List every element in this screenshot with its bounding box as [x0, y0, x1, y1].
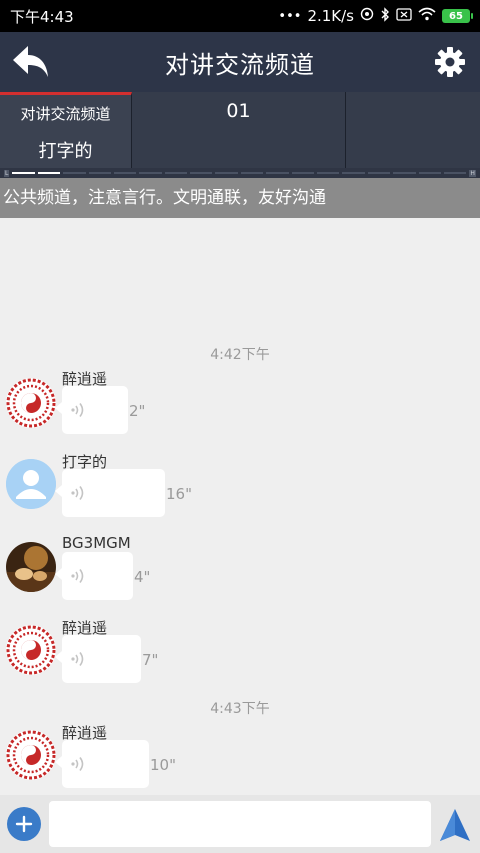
channel-strip: 对讲交流频道 打字的 01 L H [0, 92, 480, 178]
channel-tab-active[interactable]: 对讲交流频道 打字的 [0, 92, 132, 168]
channel-tab-01[interactable]: 01 [132, 92, 346, 168]
status-bar: 下午4:43 ••• 2.1K/s 65 [0, 0, 480, 32]
voice-bubble[interactable] [55, 469, 165, 517]
scroll-segment [63, 172, 86, 174]
channel-notice: 公共频道，注意言行。文明通联，友好沟通 [0, 178, 480, 218]
scroll-segment [12, 172, 35, 174]
gear-icon [435, 47, 465, 77]
send-arrow-icon [440, 809, 470, 841]
message-input[interactable] [49, 801, 431, 847]
voice-wave-icon [71, 652, 84, 666]
timestamp-divider: 4:43下午 [210, 701, 270, 717]
timestamp-divider: 4:42下午 [210, 347, 270, 363]
scroll-segment [190, 172, 213, 174]
voice-duration: 7" [142, 651, 159, 669]
scroll-segment [88, 172, 111, 174]
seal-avatar[interactable] [6, 625, 56, 675]
seal-avatar[interactable] [6, 378, 56, 428]
scroll-segment [215, 172, 238, 174]
sim-off-icon [396, 7, 412, 25]
channel-scroll-indicator: L H [0, 168, 480, 178]
tea-photo-avatar[interactable] [6, 542, 56, 592]
voice-bubble[interactable] [55, 635, 141, 683]
default-user-avatar[interactable] [6, 459, 56, 509]
voice-wave-icon [71, 757, 84, 771]
scroll-segment [393, 172, 416, 174]
back-arrow-icon [13, 46, 48, 77]
scroll-segment [113, 172, 137, 174]
scroll-segment [139, 172, 162, 174]
page-title: 对讲交流频道 [165, 50, 315, 79]
sync-icon [360, 7, 374, 25]
scroll-cap-right: H [469, 169, 476, 177]
voice-wave-icon [71, 569, 84, 583]
channel-speaker: 打字的 [38, 141, 93, 162]
scroll-cap-left: L [4, 169, 10, 177]
scroll-segment [367, 172, 391, 174]
bluetooth-icon [380, 6, 390, 26]
voice-bubble[interactable] [55, 740, 149, 788]
scroll-segment [418, 172, 441, 174]
scroll-segment [37, 172, 61, 174]
sender-name: BG3MGM [62, 534, 131, 552]
battery-indicator: 65 [442, 9, 473, 23]
scroll-segment [164, 172, 188, 174]
scroll-segment [240, 172, 264, 174]
more-dots-icon: ••• [278, 8, 302, 24]
scroll-segment [443, 172, 467, 174]
wifi-icon [418, 7, 436, 25]
voice-wave-icon [71, 403, 84, 417]
back-button[interactable] [8, 40, 54, 84]
voice-duration: 2" [129, 402, 146, 420]
channel-name: 对讲交流频道 [20, 105, 111, 123]
voice-bubble[interactable] [55, 552, 133, 600]
voice-duration: 4" [134, 568, 151, 586]
status-time: 下午4:43 [10, 7, 74, 26]
scroll-segment [266, 172, 289, 174]
settings-button[interactable] [432, 44, 468, 80]
network-speed: 2.1K/s [307, 7, 354, 25]
scroll-segment [317, 172, 340, 174]
send-button[interactable] [437, 806, 473, 844]
scroll-segment [291, 172, 315, 174]
app-header: 对讲交流频道 [0, 32, 480, 92]
channel-tab-empty[interactable] [346, 92, 480, 168]
voice-bubble[interactable] [55, 386, 128, 434]
seal-avatar[interactable] [6, 730, 56, 780]
voice-duration: 10" [150, 756, 176, 774]
input-bar [0, 795, 480, 853]
plus-icon [15, 815, 33, 833]
voice-duration: 16" [166, 485, 192, 503]
add-button[interactable] [7, 807, 41, 841]
voice-wave-icon [71, 486, 84, 500]
scroll-segment [342, 172, 365, 174]
channel-name: 01 [226, 100, 251, 122]
